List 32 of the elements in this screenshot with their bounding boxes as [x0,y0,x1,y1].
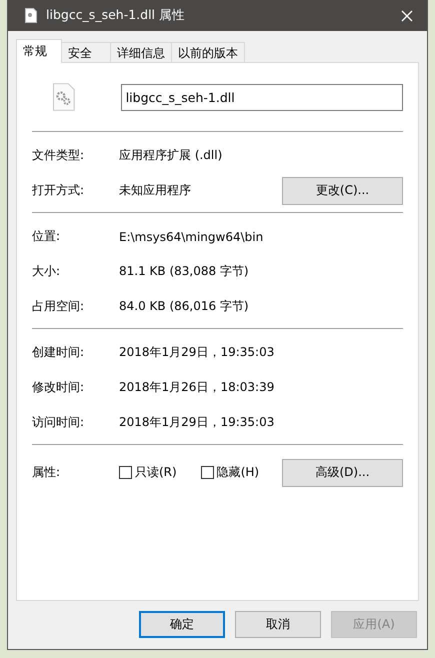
tab[interactable]: 详细信息 [110,42,172,62]
field-label: 占用空间: [32,298,86,315]
field-value: E:\msys64\mingw64\bin [119,230,264,244]
dialog-button[interactable]: 取消 [235,611,321,638]
file-name-field[interactable]: libgcc_s_seh-1.dll [120,84,403,110]
field-label: 属性: [32,464,62,481]
checkbox[interactable]: 隐藏(H) [200,464,260,481]
close-icon[interactable] [401,10,413,22]
field-value: 84.0 KB (86,016 字节) [119,298,250,315]
window-title: libgcc_s_seh-1.dll 属性 [46,7,186,24]
field-label: 创建时间: [32,344,86,361]
field-value: 应用程序扩展 (.dll) [119,147,224,164]
field-value: 81.1 KB (83,088 字节) [119,263,250,280]
field-label: 打开方式: [32,182,86,199]
field-label: 修改时间: [32,379,86,396]
field-value: 未知应用程序 [119,182,192,199]
field-label: 位置: [32,228,62,245]
tab[interactable]: 常规 [16,39,62,63]
tab[interactable]: 安全 [61,42,111,62]
change-button[interactable]: 更改(C)... [282,176,403,204]
dialog-button[interactable]: 确定 [139,611,225,638]
field-label: 访问时间: [32,414,86,431]
field-value: 2018年1月29日，19:35:03 [119,414,276,431]
file-icon [25,8,37,23]
field-label: 大小: [32,263,62,280]
field-value: 2018年1月29日，19:35:03 [119,344,276,361]
checkbox[interactable]: 只读(R) [119,464,177,481]
field-label: 文件类型: [32,147,86,164]
tab[interactable]: 以前的版本 [171,42,245,62]
field-value: 2018年1月26日，18:03:39 [119,379,276,396]
advanced-button[interactable]: 高级(D)... [282,458,403,486]
gear-file-icon [53,83,75,111]
